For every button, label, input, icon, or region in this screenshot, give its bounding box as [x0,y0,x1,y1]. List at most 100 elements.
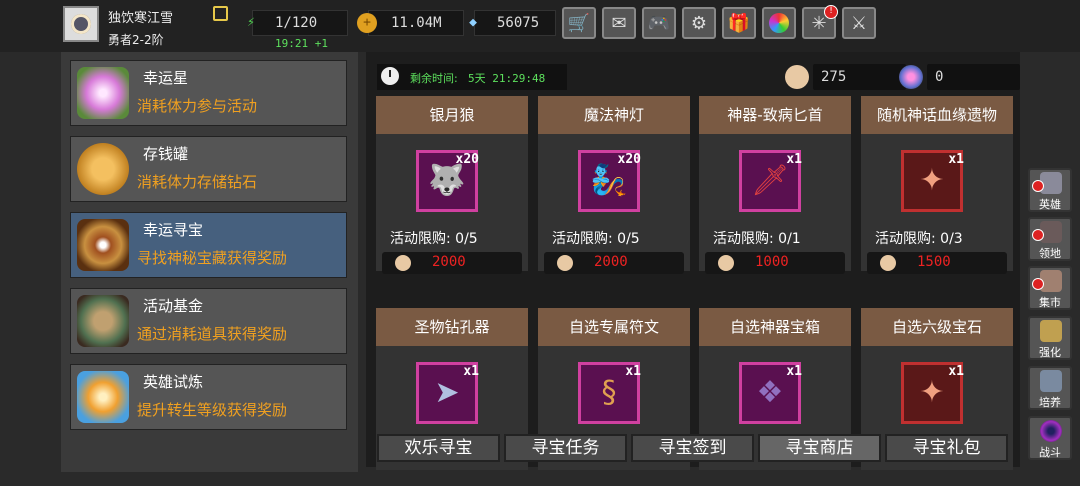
item-name: 自选专属符文 [538,308,690,346]
diamond-value: 56075 [497,15,540,31]
dagger-icon: 🗡 [750,163,790,198]
diamond-icon: ◆ [469,15,477,30]
sidebar-item-lucky-treasure[interactable]: 幸运寻宝 寻找神秘宝藏获得奖励 [70,212,347,278]
avatar[interactable] [63,6,99,42]
gold-value: 11.04M [391,15,442,31]
rune-chest-icon: § [601,375,617,410]
stamina-regen: 19:21 +1 [275,37,328,50]
tab-treasure-shop[interactable]: 寻宝商店 [758,434,881,462]
shop-cart-button[interactable]: 🛒 [562,7,596,39]
item-qty: x1 [625,364,641,379]
gift-button[interactable]: 🎁 [722,7,756,39]
item-qty: x1 [948,152,964,167]
alert-dot [1032,180,1044,192]
nav-battle[interactable]: 战斗 [1028,416,1072,460]
shop-item-card[interactable]: 随机神话血缘遗物 ✦ x1 活动限购: 0/3 1500 [861,96,1013,274]
shop-cart-icon: 🛒 [567,12,591,34]
gear-icon: ⚙ [690,12,708,34]
item-slot[interactable]: ❖ x1 [739,362,802,424]
purchase-limit: 活动限购: 0/3 [875,231,963,247]
item-slot[interactable]: ✦ x1 [901,150,964,212]
buy-button[interactable]: 1500 [867,252,1007,274]
gem-orb-icon [899,65,923,89]
item-name: 自选神器宝箱 [699,308,851,346]
sidebar-item-lucky-star[interactable]: 幸运星 消耗体力参与活动 [70,60,347,126]
gift-icon: 🎁 [727,12,751,34]
player-name: 独饮寒江雪 [108,11,174,26]
item-price: 2000 [432,254,466,270]
gamepad-icon: 🎮 [647,12,671,34]
sidebar-item-desc: 提升转生等级获得奖励 [137,401,288,419]
item-qty: x20 [617,152,641,167]
nav-label: 强化 [1039,346,1061,359]
sidebar-item-piggy-bank[interactable]: 存钱罐 消耗体力存储钻石 [70,136,347,202]
treasure-coin-icon [557,255,573,271]
item-slot[interactable]: 🧞 x20 [578,150,641,212]
tab-happy-treasure[interactable]: 欢乐寻宝 [377,434,500,462]
sidebar-item-hero-trial[interactable]: 英雄试炼 提升转生等级获得奖励 [70,364,347,430]
money-bag-icon [77,295,129,347]
item-slot[interactable]: ✦ x1 [901,362,964,424]
item-price: 1500 [917,254,951,270]
tab-treasure-tasks[interactable]: 寻宝任务 [504,434,627,462]
tab-treasure-gift[interactable]: 寻宝礼包 [885,434,1008,462]
settings-button[interactable]: ⚙ [682,7,716,39]
edit-icon[interactable] [213,6,228,21]
treasure-coin-icon [718,255,734,271]
shop-item-card[interactable]: 神器-致病匕首 🗡 x1 活动限购: 0/1 1000 [699,96,851,274]
battle-button[interactable]: ⚔ [842,7,876,39]
stamina-display: ⚡ 1/120 [247,10,348,36]
gold-coin-icon: + [357,13,377,33]
item-name: 神器-致病匕首 [699,96,851,134]
timer-label: 剩余时间: [410,72,458,85]
sidebar-item-activity-fund[interactable]: 活动基金 通过消耗道具获得奖励 [70,288,347,354]
item-price: 1000 [755,254,789,270]
item-name: 银月狼 [376,96,528,134]
tab-treasure-checkin[interactable]: 寻宝签到 [631,434,754,462]
fireworks-button[interactable]: ✳! [802,5,838,39]
nav-enhance[interactable]: 强化 [1028,316,1072,360]
item-qty: x1 [463,364,479,379]
lucky-star-icon [77,67,129,119]
buy-button[interactable]: 1000 [705,252,845,274]
item-slot[interactable]: § x1 [578,362,641,424]
crossed-swords-icon: ⚔ [850,12,868,34]
shop-item-card[interactable]: 银月狼 🐺 x20 活动限购: 0/5 2000 [376,96,528,274]
diamond-display: ◆ 56075 [469,10,556,36]
sidebar-item-title: 幸运寻宝 [143,221,204,239]
purchase-limit: 活动限购: 0/5 [390,231,478,247]
item-name: 自选六级宝石 [861,308,1013,346]
item-slot[interactable]: 🗡 x1 [739,150,802,212]
item-slot[interactable]: 🐺 x20 [416,150,479,212]
nav-territory[interactable]: 领地 [1028,217,1072,261]
nav-label: 领地 [1039,247,1061,260]
purchase-limit: 活动限购: 0/5 [552,231,640,247]
item-slot[interactable]: ➤ x1 [416,362,479,424]
activity-sidebar: 幸运星 消耗体力参与活动 存钱罐 消耗体力存储钻石 幸运寻宝 寻找神秘宝藏获得奖… [61,52,358,472]
mail-icon: ✉ [611,12,627,34]
sidebar-item-desc: 通过消耗道具获得奖励 [137,325,288,343]
gamepad-button[interactable]: 🎮 [642,7,676,39]
buy-button[interactable]: 2000 [544,252,684,274]
battle-portal-icon [1040,420,1062,442]
nav-hero[interactable]: 英雄 [1028,168,1072,212]
player-rank: 勇者2-2阶 [108,33,164,47]
wolf-icon: 🐺 [428,163,466,198]
sidebar-item-desc: 消耗体力存储钻石 [137,173,258,191]
buy-button[interactable]: 2000 [382,252,522,274]
nav-market[interactable]: 集市 [1028,266,1072,310]
shop-item-card[interactable]: 魔法神灯 🧞 x20 活动限购: 0/5 2000 [538,96,690,274]
alert-badge: ! [824,5,838,19]
stamina-value: 1/120 [275,15,318,31]
sidebar-item-desc: 寻找神秘宝藏获得奖励 [137,249,288,267]
nav-cultivate[interactable]: 培养 [1028,366,1072,410]
sidebar-item-title: 存钱罐 [143,145,189,163]
mail-button[interactable]: ✉ [602,7,636,39]
enhance-emblem-icon [1040,320,1062,342]
color-wheel-icon [769,13,789,33]
color-wheel-button[interactable] [762,7,796,39]
alert-dot [1032,229,1044,241]
sidebar-item-title: 英雄试炼 [143,373,204,391]
timer-value: 5天 21:29:48 [468,72,546,85]
item-qty: x1 [786,364,802,379]
